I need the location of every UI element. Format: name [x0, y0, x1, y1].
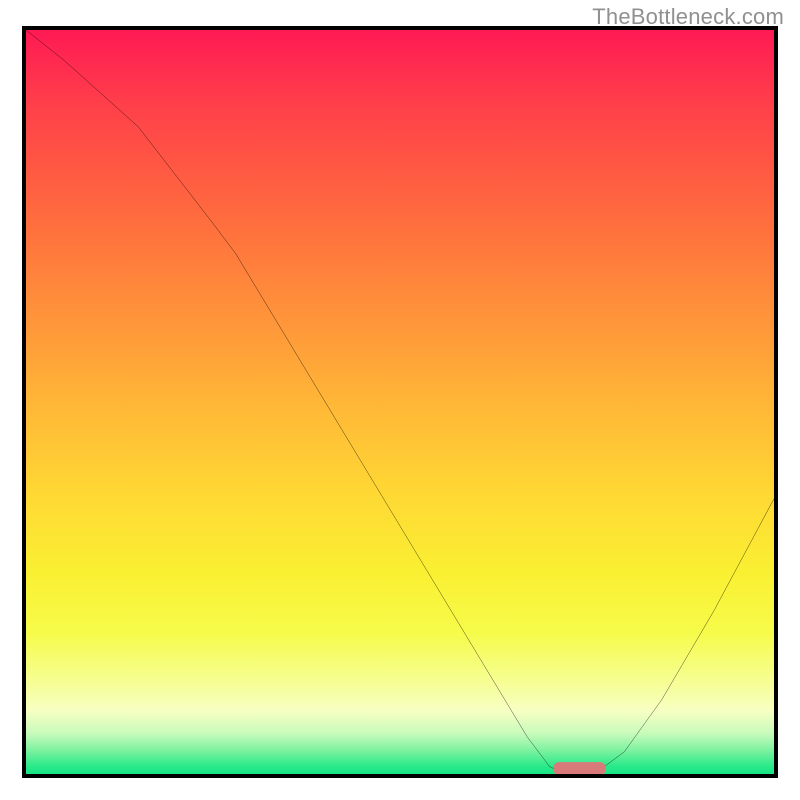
plot-frame	[22, 26, 778, 778]
chart-container: TheBottleneck.com	[0, 0, 800, 800]
optimal-range-marker	[26, 30, 774, 774]
